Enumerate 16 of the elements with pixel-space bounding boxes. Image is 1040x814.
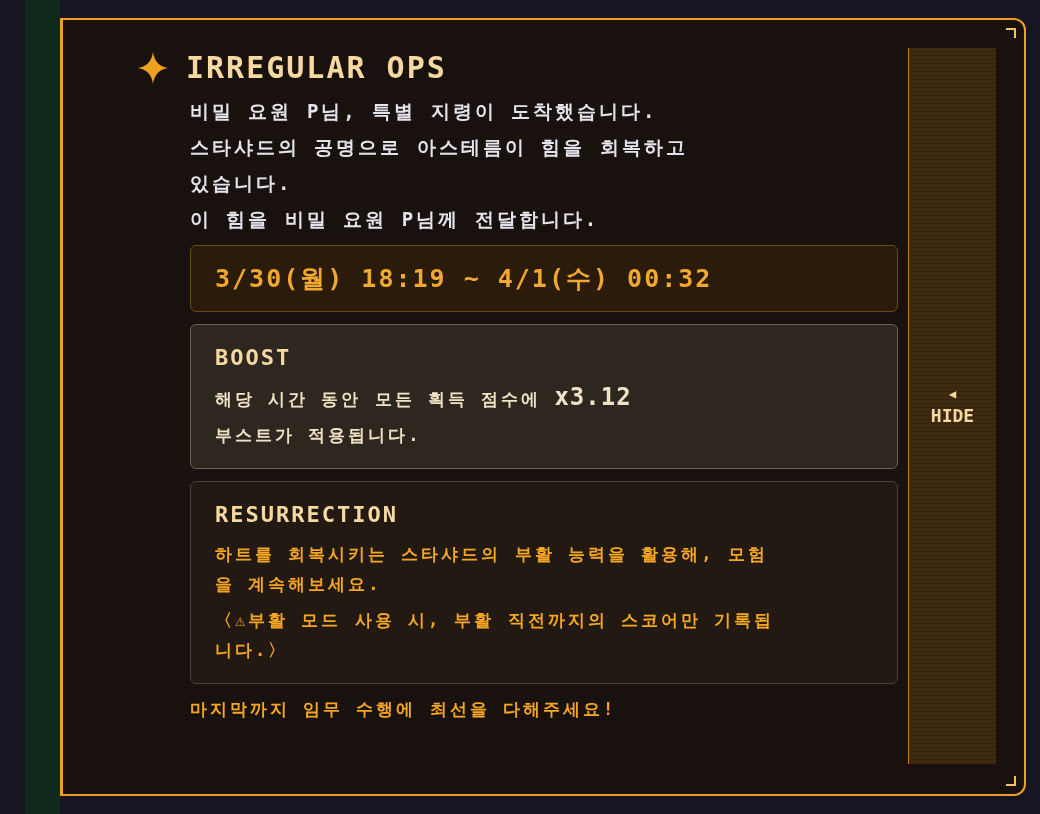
intro-text: 이 힘을 비밀 요원 P님께 전달합니다. bbox=[190, 207, 601, 232]
card-text: 〈⚠부활 모드 사용 시, 부활 직전까지의 스코어만 기록됩니다.〉 bbox=[215, 609, 775, 662]
card-text: 하트를 회복시키는 스타샤드의 부활 능력을 활용해, 모험을 계속해보세요. bbox=[215, 543, 769, 596]
hide-button[interactable]: ◀ HIDE bbox=[908, 48, 996, 764]
intro-text: 스타샤드의 공명으로 아스테름이 힘을 회복하고 있습니다. bbox=[190, 135, 689, 196]
sparkle-icon bbox=[138, 51, 168, 84]
card-text: 해당 시간 동안 모든 획득 점수에 x3.12 bbox=[215, 382, 633, 413]
footer-text: 마지막까지 임무 수행에 최선을 다해주세요! bbox=[190, 698, 618, 721]
panel-title: IRREGULAR OPS bbox=[186, 50, 447, 85]
intro-text: 비밀 요원 P님, 특별 지령이 도착했습니다. bbox=[190, 99, 659, 124]
card-heading: RESURRECTION bbox=[215, 502, 399, 527]
card-heading: BOOST bbox=[215, 345, 293, 370]
corner-bracket bbox=[1006, 776, 1016, 786]
card-text: 부스트가 적용됩니다. bbox=[215, 424, 423, 447]
event-period: 3/30(월) 18:19 ~ 4/1(수) 00:32 bbox=[190, 245, 898, 312]
corner-bracket bbox=[1006, 28, 1016, 38]
